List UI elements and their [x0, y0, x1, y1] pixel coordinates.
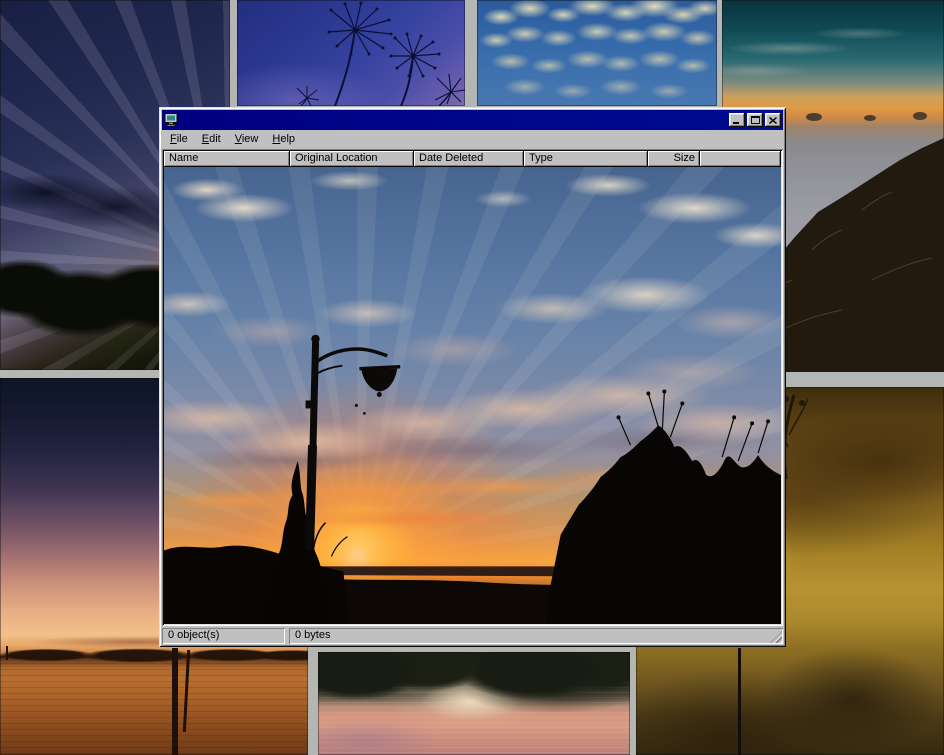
menu-item-help[interactable]: Help — [265, 131, 302, 148]
close-icon — [769, 117, 777, 124]
close-button[interactable] — [765, 113, 781, 127]
menu-item-view[interactable]: View — [228, 131, 266, 148]
water-ripples — [0, 657, 308, 755]
umbel-flower-silhouettes — [237, 0, 465, 106]
right-tree-mass — [547, 425, 781, 624]
status-bar: 0 object(s) 0 bytes — [162, 628, 783, 644]
maximize-icon — [751, 116, 760, 124]
silhouette-layer — [164, 167, 781, 624]
column-header-name[interactable]: Name — [164, 151, 290, 167]
flower-silhouette-photo — [237, 0, 465, 106]
street-lamp — [306, 335, 401, 551]
status-bytes-panel: 0 bytes — [289, 628, 783, 644]
wisp-tips — [619, 392, 769, 424]
column-headers: Name Original Location Date Deleted Type… — [164, 151, 781, 167]
cypress-tree — [264, 461, 334, 624]
status-objects: 0 object(s) — [162, 628, 285, 644]
list-view-frame: Name Original Location Date Deleted Type… — [162, 149, 783, 626]
column-header-size[interactable]: Size — [648, 151, 700, 167]
status-bytes: 0 bytes — [295, 629, 330, 641]
column-header-blank[interactable] — [700, 151, 781, 167]
column-header-original-location[interactable]: Original Location — [290, 151, 414, 167]
menu-item-file[interactable]: File — [163, 131, 195, 148]
menu-item-edit[interactable]: Edit — [195, 131, 228, 148]
minimize-icon — [733, 117, 741, 124]
column-header-type[interactable]: Type — [524, 151, 648, 167]
water-pole — [172, 648, 178, 755]
resize-grip[interactable] — [770, 631, 782, 643]
recycle-bin-window: File Edit View Help Name Original Locati… — [159, 107, 786, 647]
cloud-sky-photo — [477, 0, 717, 106]
bush-sprigs — [314, 523, 348, 557]
desktop: File Edit View Help Name Original Locati… — [0, 0, 944, 755]
menu-bar: File Edit View Help — [162, 130, 783, 149]
column-header-date-deleted[interactable]: Date Deleted — [414, 151, 524, 167]
title-bar[interactable] — [162, 110, 783, 130]
water-reflection-photo — [318, 652, 630, 755]
blurred-pole — [738, 648, 741, 755]
water-stick — [6, 646, 8, 660]
minimize-button[interactable] — [729, 113, 745, 127]
computer-icon[interactable] — [164, 113, 180, 127]
list-view[interactable] — [164, 167, 781, 624]
maximize-button[interactable] — [747, 113, 763, 127]
